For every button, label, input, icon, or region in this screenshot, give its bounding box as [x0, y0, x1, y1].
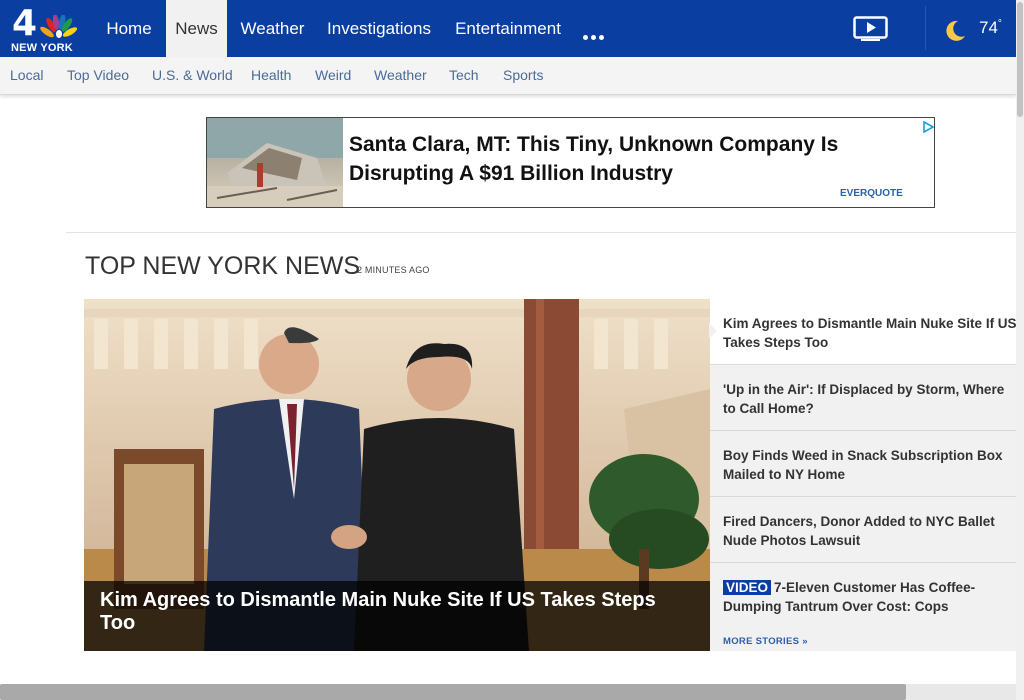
story-item[interactable]: Kim Agrees to Dismantle Main Nuke Site I…: [709, 299, 1024, 365]
subnav-sports[interactable]: Sports: [503, 57, 543, 94]
video-badge: VIDEO: [723, 580, 772, 595]
sponsored-ad[interactable]: Santa Clara, MT: This Tiny, Unknown Comp…: [206, 117, 935, 208]
weather-temperature[interactable]: 74°: [979, 18, 1002, 38]
logo-city: NEW YORK: [11, 42, 73, 54]
horizontal-scrollbar-thumb[interactable]: [0, 684, 906, 700]
vertical-scrollbar-thumb[interactable]: [1017, 2, 1023, 117]
nav-investigations[interactable]: Investigations: [319, 0, 439, 57]
adchoices-icon[interactable]: [922, 121, 934, 133]
video-player-icon[interactable]: [853, 16, 888, 42]
story-title[interactable]: Fired Dancers, Donor Added to NYC Ballet…: [723, 512, 1019, 550]
subnav-tech[interactable]: Tech: [449, 57, 479, 94]
section-updated-time: 2 MINUTES AGO: [357, 265, 430, 275]
nav-news[interactable]: News: [166, 0, 227, 57]
logo-number: 4: [12, 3, 37, 44]
section-subnav: Local Top Video U.S. & World Health Weir…: [0, 57, 1016, 95]
story-title[interactable]: Boy Finds Weed in Snack Subscription Box…: [723, 446, 1019, 484]
top-navigation-bar: 4 NEW YORK Home News Weather Investigati…: [0, 0, 1016, 57]
peacock-icon: [40, 15, 78, 38]
subnav-health[interactable]: Health: [251, 57, 291, 94]
content-divider: [66, 232, 1016, 233]
subnav-top-video[interactable]: Top Video: [67, 57, 129, 94]
subnav-weird[interactable]: Weird: [315, 57, 351, 94]
story-title[interactable]: Kim Agrees to Dismantle Main Nuke Site I…: [723, 314, 1019, 352]
hero-caption[interactable]: Kim Agrees to Dismantle Main Nuke Site I…: [84, 581, 710, 651]
hero-story[interactable]: Kim Agrees to Dismantle Main Nuke Site I…: [84, 299, 710, 651]
ad-headline[interactable]: Santa Clara, MT: This Tiny, Unknown Comp…: [349, 130, 909, 188]
ad-advertiser: EVERQUOTE: [840, 188, 903, 199]
story-item[interactable]: VIDEO 7-Eleven Customer Has Coffee-Dumpin…: [710, 563, 1024, 629]
ad-house-ruins-image: [207, 118, 343, 207]
nav-entertainment[interactable]: Entertainment: [446, 0, 570, 57]
subnav-local[interactable]: Local: [10, 57, 43, 94]
nav-home[interactable]: Home: [97, 0, 161, 57]
nav-divider: [925, 6, 926, 50]
subnav-us-world[interactable]: U.S. & World: [152, 57, 233, 94]
hero-headline[interactable]: Kim Agrees to Dismantle Main Nuke Site I…: [100, 589, 690, 635]
story-item[interactable]: 'Up in the Air': If Displaced by Storm, …: [710, 365, 1024, 431]
moon-icon: [946, 20, 965, 41]
active-story-pointer-icon: [709, 323, 717, 339]
story-item[interactable]: Boy Finds Weed in Snack Subscription Box…: [710, 431, 1024, 497]
section-title: TOP NEW YORK NEWS: [85, 252, 361, 280]
nav-weather[interactable]: Weather: [233, 0, 312, 57]
story-item[interactable]: Fired Dancers, Donor Added to NYC Ballet…: [710, 497, 1024, 563]
nbc4-logo[interactable]: 4 NEW YORK: [10, 3, 82, 54]
ad-image[interactable]: [207, 118, 343, 207]
story-title[interactable]: VIDEO 7-Eleven Customer Has Coffee-Dumpin…: [723, 578, 1019, 616]
more-menu-icon[interactable]: [583, 27, 609, 40]
more-stories-label: MORE STORIES »: [723, 636, 808, 647]
subnav-weather[interactable]: Weather: [374, 57, 427, 94]
more-stories-link[interactable]: MORE STORIES »: [710, 627, 1024, 651]
story-title[interactable]: 'Up in the Air': If Displaced by Storm, …: [723, 380, 1019, 418]
